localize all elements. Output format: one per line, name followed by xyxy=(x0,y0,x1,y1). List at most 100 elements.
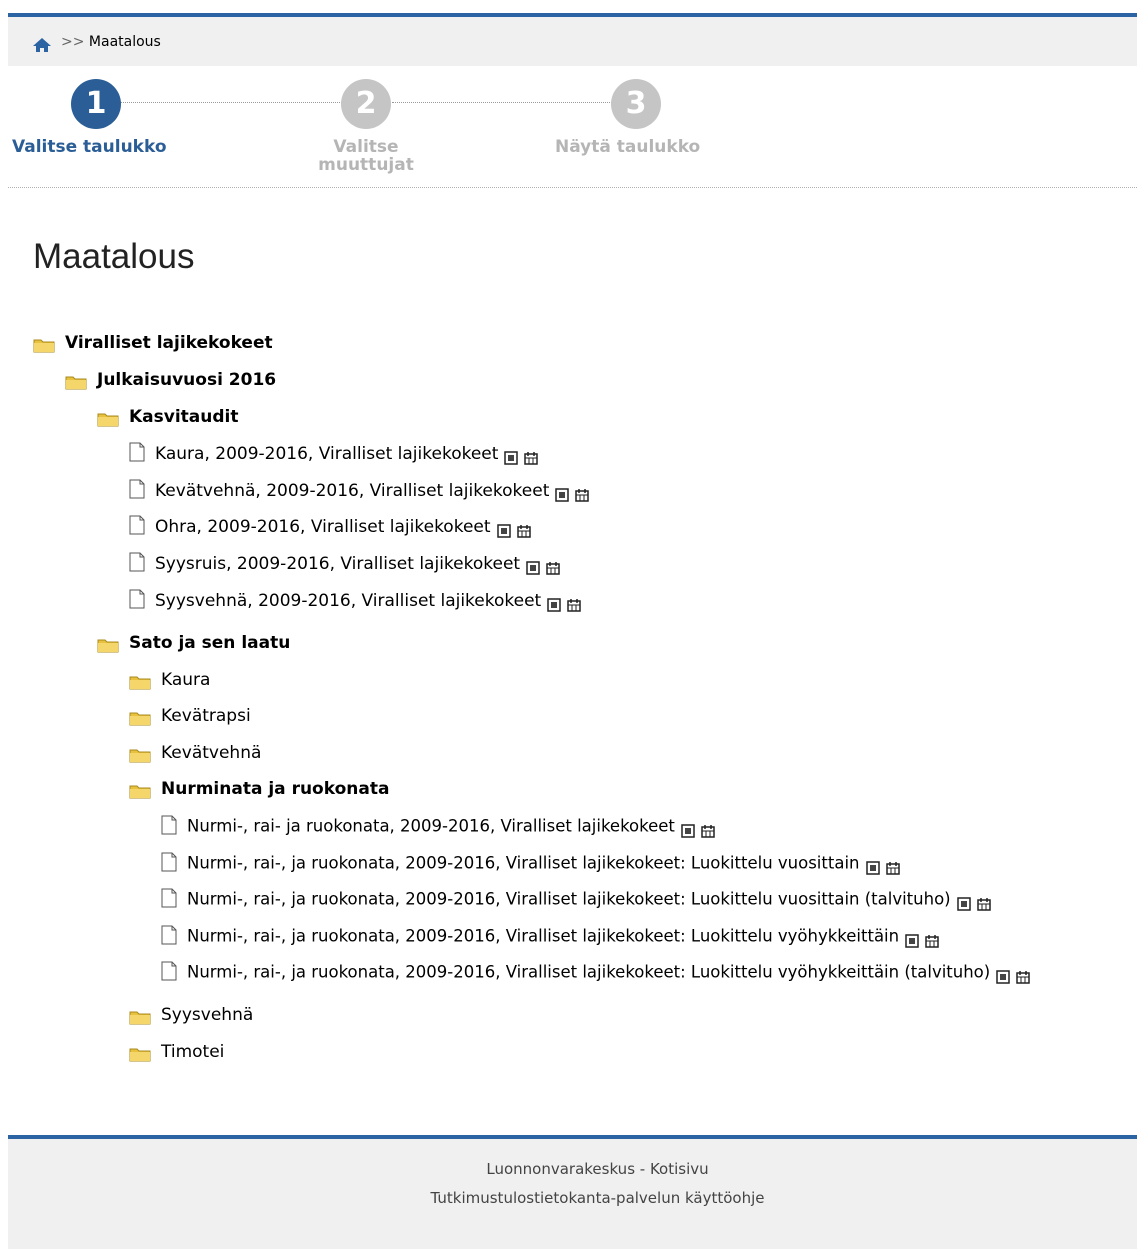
step-connector xyxy=(120,102,342,103)
table-icon[interactable] xyxy=(996,966,1010,984)
folder-icon xyxy=(97,409,119,427)
folder-icon xyxy=(33,335,55,353)
calendar-icon[interactable] xyxy=(524,447,539,465)
tree-file-link[interactable]: Kevätvehnä, 2009-2016, Viralliset lajike… xyxy=(155,481,549,501)
tree-folder-kevatvehna[interactable]: Kevätvehnä xyxy=(129,740,261,766)
tree-file-row[interactable]: Nurmi-, rai-, ja ruokonata, 2009-2016, V… xyxy=(161,850,900,876)
breadcrumb-current[interactable]: Maatalous xyxy=(89,34,161,50)
tree-folder-kasvitaudit[interactable]: Kasvitaudit xyxy=(97,404,239,430)
tree-folder-label: Kevätvehnä xyxy=(161,743,262,763)
calendar-icon[interactable] xyxy=(1016,966,1030,984)
step-connector xyxy=(392,102,612,103)
tree-folder-label: Kaura xyxy=(161,670,211,690)
tree-file-link[interactable]: Nurmi-, rai- ja ruokonata, 2009-2016, Vi… xyxy=(187,817,675,836)
folder-icon xyxy=(129,672,151,690)
step-2-circle: 2 xyxy=(341,79,391,129)
table-icon[interactable] xyxy=(555,484,570,502)
tree-file-row[interactable]: Nurmi-, rai-, ja ruokonata, 2009-2016, V… xyxy=(161,923,939,949)
file-icon xyxy=(129,552,145,572)
footer-org-row: Luonnonvarakeskus - Kotisivu xyxy=(8,1160,1137,1178)
tree-file-row[interactable]: Nurmi-, rai-, ja ruokonata, 2009-2016, V… xyxy=(161,886,991,912)
breadcrumb: >> Maatalous xyxy=(8,17,1137,66)
calendar-icon[interactable] xyxy=(885,857,900,875)
tree-folder-label: Syysvehnä xyxy=(161,1005,254,1025)
tree-folder-label: Kasvitaudit xyxy=(129,407,239,427)
tree-folder-label: Kevätrapsi xyxy=(161,706,251,726)
tree-folder-kaura[interactable]: Kaura xyxy=(129,667,210,693)
table-icon[interactable] xyxy=(547,594,561,612)
folder-icon xyxy=(97,635,119,653)
step-2-label-line1: Valitse xyxy=(333,137,399,157)
file-icon xyxy=(161,852,177,872)
calendar-icon[interactable] xyxy=(516,520,531,538)
tree-folder-label: Sato ja sen laatu xyxy=(129,633,291,653)
tree-file-link[interactable]: Syysvehnä, 2009-2016, Viralliset lajikek… xyxy=(155,591,541,611)
folder-icon xyxy=(65,372,87,390)
folder-icon xyxy=(129,781,151,799)
calendar-icon[interactable] xyxy=(976,893,991,911)
tree-file-row[interactable]: Kaura, 2009-2016, Viralliset lajikekokee… xyxy=(129,441,539,467)
table-icon[interactable] xyxy=(956,893,971,911)
step-3-circle: 3 xyxy=(611,79,661,129)
tree-file-row[interactable]: Nurmi-, rai- ja ruokonata, 2009-2016, Vi… xyxy=(161,813,715,839)
folder-icon xyxy=(129,1007,151,1025)
folder-icon xyxy=(129,708,151,726)
tree-folder-label: Nurminata ja ruokonata xyxy=(161,779,390,799)
page-title: Maatalous xyxy=(33,237,195,276)
footer-org-link[interactable]: Luonnonvarakeskus - Kotisivu xyxy=(486,1160,708,1178)
tree-folder-timotei[interactable]: Timotei xyxy=(129,1039,224,1065)
tree-folder-label: Timotei xyxy=(161,1042,225,1062)
table-icon[interactable] xyxy=(681,820,695,838)
step-1-label[interactable]: Valitse taulukko xyxy=(12,138,167,156)
calendar-icon[interactable] xyxy=(567,594,581,612)
footer: Luonnonvarakeskus - Kotisivu Tutkimustul… xyxy=(8,1139,1137,1249)
tree-file-link[interactable]: Nurmi-, rai-, ja ruokonata, 2009-2016, V… xyxy=(187,927,899,946)
tree-file-row[interactable]: Nurmi-, rai-, ja ruokonata, 2009-2016, V… xyxy=(161,959,1030,985)
tree-file-link[interactable]: Ohra, 2009-2016, Viralliset lajikekokeet xyxy=(155,517,491,537)
tree-folder-julkaisuvuosi[interactable]: Julkaisuvuosi 2016 xyxy=(65,367,276,393)
folder-icon xyxy=(129,1044,151,1062)
home-icon[interactable] xyxy=(32,37,52,57)
step-1-circle[interactable]: 1 xyxy=(71,79,121,129)
file-icon xyxy=(161,925,177,945)
file-icon xyxy=(161,815,177,835)
table-icon[interactable] xyxy=(496,520,511,538)
folder-icon xyxy=(129,745,151,763)
tree-folder-label: Julkaisuvuosi 2016 xyxy=(97,370,277,390)
tree-file-link[interactable]: Kaura, 2009-2016, Viralliset lajikekokee… xyxy=(155,444,498,464)
file-icon xyxy=(129,515,145,535)
tree-folder-syysvehna[interactable]: Syysvehnä xyxy=(129,1002,253,1028)
breadcrumb-trail: >> Maatalous xyxy=(61,34,161,50)
tree-folder-viralliset[interactable]: Viralliset lajikekokeet xyxy=(33,330,273,356)
step-2-label: Valitse muuttujat xyxy=(296,138,436,174)
calendar-icon[interactable] xyxy=(575,484,590,502)
file-icon xyxy=(161,888,177,908)
tree-file-link[interactable]: Nurmi-, rai-, ja ruokonata, 2009-2016, V… xyxy=(187,890,951,909)
calendar-icon[interactable] xyxy=(546,557,560,575)
step-2-label-line2: muuttujat xyxy=(318,155,414,175)
calendar-icon[interactable] xyxy=(701,820,715,838)
tree-file-row[interactable]: Ohra, 2009-2016, Viralliset lajikekokeet xyxy=(129,514,531,540)
tree-file-link[interactable]: Syysruis, 2009-2016, Viralliset lajikeko… xyxy=(155,554,520,574)
tree-file-link[interactable]: Nurmi-, rai-, ja ruokonata, 2009-2016, V… xyxy=(187,854,860,873)
tree-file-row[interactable]: Syysruis, 2009-2016, Viralliset lajikeko… xyxy=(129,551,560,577)
table-icon[interactable] xyxy=(526,557,540,575)
tree-folder-nurminata[interactable]: Nurminata ja ruokonata xyxy=(129,776,389,802)
stepper-divider xyxy=(8,187,1137,188)
table-icon[interactable] xyxy=(865,857,880,875)
tree-file-link[interactable]: Nurmi-, rai-, ja ruokonata, 2009-2016, V… xyxy=(187,963,990,982)
footer-help-row: Tutkimustulostietokanta-palvelun käyttöo… xyxy=(8,1189,1137,1207)
file-icon xyxy=(161,961,177,981)
tree-folder-label: Viralliset lajikekokeet xyxy=(65,333,273,353)
table-icon[interactable] xyxy=(905,930,919,948)
breadcrumb-separator: >> xyxy=(61,34,85,50)
tree-folder-kevatrapsi[interactable]: Kevätrapsi xyxy=(129,703,251,729)
tree-file-row[interactable]: Syysvehnä, 2009-2016, Viralliset lajikek… xyxy=(129,588,581,614)
calendar-icon[interactable] xyxy=(925,930,939,948)
table-icon[interactable] xyxy=(504,447,519,465)
tree-file-row[interactable]: Kevätvehnä, 2009-2016, Viralliset lajike… xyxy=(129,478,590,504)
file-icon xyxy=(129,442,145,462)
footer-help-link[interactable]: Tutkimustulostietokanta-palvelun käyttöo… xyxy=(431,1189,765,1207)
file-icon xyxy=(129,589,145,609)
tree-folder-sato[interactable]: Sato ja sen laatu xyxy=(97,630,290,656)
